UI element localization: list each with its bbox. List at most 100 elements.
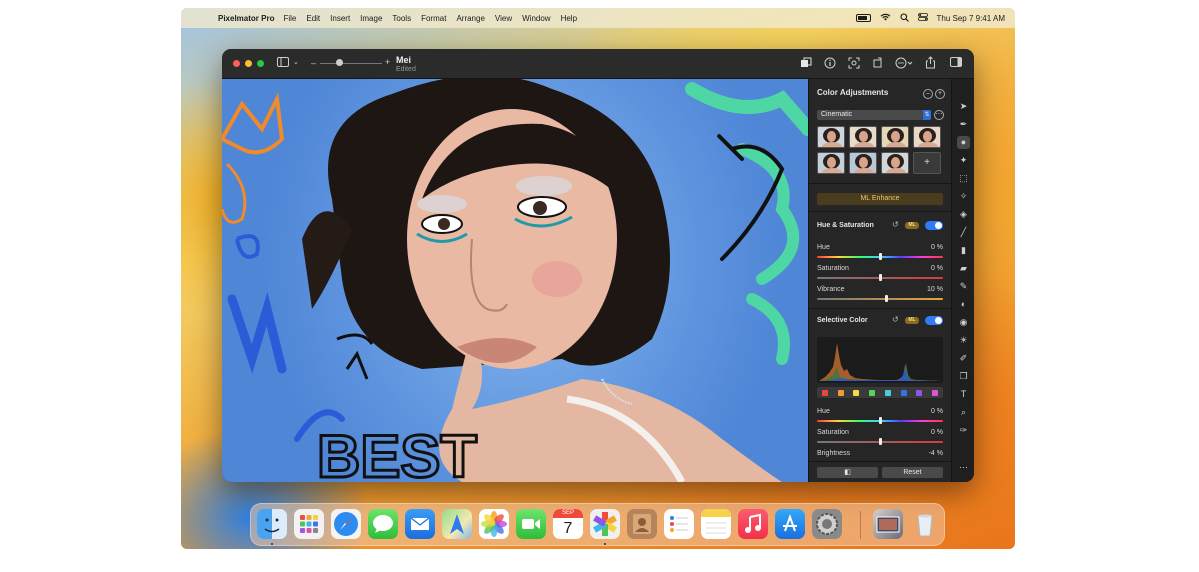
- swatch-cyan[interactable]: [884, 389, 891, 396]
- menu-window[interactable]: Window: [522, 14, 550, 23]
- slider-value[interactable]: 10 %: [927, 286, 943, 293]
- zoom-slider-knob[interactable]: [336, 59, 343, 66]
- swatch-orange[interactable]: [837, 389, 844, 396]
- arrange-icon[interactable]: [800, 57, 812, 71]
- paint-bucket-tool-icon[interactable]: ▮: [957, 244, 970, 257]
- selective-saturation-slider-knob[interactable]: [878, 438, 882, 445]
- slider-value[interactable]: 0 %: [931, 429, 943, 436]
- swatch-green[interactable]: [869, 389, 876, 396]
- pixelmator-pro-icon[interactable]: [590, 509, 620, 539]
- sidebar-toggle-icon[interactable]: [277, 57, 289, 69]
- image-canvas[interactable]: BEST: [222, 79, 808, 482]
- menu-arrange[interactable]: Arrange: [456, 14, 484, 23]
- plus-circle-icon[interactable]: +: [935, 89, 945, 99]
- app-store-icon[interactable]: [775, 509, 805, 539]
- ml-select-icon[interactable]: [848, 57, 860, 71]
- info-icon[interactable]: [824, 57, 836, 71]
- preset-thumbnail[interactable]: [817, 126, 845, 148]
- menu-image[interactable]: Image: [360, 14, 382, 23]
- swatch-yellow[interactable]: [853, 389, 860, 396]
- photos-icon[interactable]: [479, 509, 509, 539]
- reminders-icon[interactable]: [664, 509, 694, 539]
- selection-tool-icon[interactable]: ⬚: [957, 172, 970, 185]
- finder-icon[interactable]: [257, 509, 287, 539]
- more-options-icon[interactable]: [895, 57, 913, 71]
- slider-value[interactable]: -4 %: [929, 450, 943, 457]
- menu-view[interactable]: View: [495, 14, 512, 23]
- slider-value[interactable]: 0 %: [931, 408, 943, 415]
- hue-slider-knob[interactable]: [878, 253, 882, 260]
- preset-thumbnail[interactable]: [881, 126, 909, 148]
- inspector-toggle-icon[interactable]: [950, 57, 962, 69]
- slider-value[interactable]: 0 %: [931, 265, 943, 272]
- battery-icon[interactable]: [855, 14, 871, 22]
- swatch-purple[interactable]: [916, 389, 923, 396]
- shapes-tool-icon[interactable]: ❐: [957, 370, 970, 383]
- wifi-icon[interactable]: [880, 13, 891, 23]
- magic-wand-tool-icon[interactable]: ✧: [957, 190, 970, 203]
- chevron-down-icon[interactable]: ⌄: [293, 58, 299, 66]
- brush-tool-icon[interactable]: ╱: [957, 226, 970, 239]
- vibrance-slider-knob[interactable]: [884, 295, 888, 302]
- control-center-icon[interactable]: [917, 13, 928, 23]
- calendar-icon[interactable]: SEP 7: [553, 509, 583, 539]
- preset-thumbnail[interactable]: [817, 152, 845, 174]
- zoom-out-icon[interactable]: –: [311, 58, 316, 68]
- system-settings-icon[interactable]: [812, 509, 842, 539]
- compare-button[interactable]: ◧: [817, 467, 878, 478]
- safari-icon[interactable]: [331, 509, 361, 539]
- menu-file[interactable]: File: [283, 14, 296, 23]
- reset-icon[interactable]: ↺: [892, 315, 899, 324]
- blur-tool-icon[interactable]: ◉: [957, 316, 970, 329]
- more-tools-icon[interactable]: ⋯: [957, 461, 970, 474]
- retouch-tool-icon[interactable]: ✎: [957, 280, 970, 293]
- style-tool-icon[interactable]: ✒: [957, 118, 970, 131]
- zoom-tool-icon[interactable]: ⌕: [957, 406, 970, 419]
- clone-tool-icon[interactable]: ◐: [957, 298, 970, 311]
- ml-enhance-button[interactable]: ML Enhance: [817, 193, 943, 205]
- mail-icon[interactable]: [405, 509, 435, 539]
- crop-icon[interactable]: [872, 57, 884, 71]
- swatch-red[interactable]: [821, 389, 828, 396]
- arrange-tool-icon[interactable]: ➤: [957, 100, 970, 113]
- ml-badge[interactable]: ML: [905, 222, 919, 229]
- fill-tool-icon[interactable]: ◈: [957, 208, 970, 221]
- preset-thumbnail[interactable]: [913, 126, 941, 148]
- zoom-slider-track[interactable]: [320, 63, 382, 64]
- menu-tools[interactable]: Tools: [392, 14, 411, 23]
- notes-icon[interactable]: [701, 509, 731, 539]
- spotlight-search-icon[interactable]: [899, 12, 909, 24]
- downloads-stack-icon[interactable]: [873, 509, 903, 539]
- preset-thumbnail[interactable]: [849, 152, 877, 174]
- close-window-button[interactable]: [233, 60, 240, 67]
- preset-thumbnail[interactable]: [849, 126, 877, 148]
- launchpad-icon[interactable]: [294, 509, 324, 539]
- reset-icon[interactable]: ↺: [892, 220, 899, 229]
- add-preset-button[interactable]: +: [913, 152, 941, 174]
- menu-format[interactable]: Format: [421, 14, 446, 23]
- swatch-magenta[interactable]: [932, 389, 939, 396]
- preset-dropdown[interactable]: Cinematic ⇅: [817, 110, 931, 120]
- menu-clock[interactable]: Thu Sep 7 9:41 AM: [937, 14, 1006, 23]
- menu-insert[interactable]: Insert: [330, 14, 350, 23]
- color-adjust-tool-icon[interactable]: ●: [957, 136, 970, 149]
- zoom-in-icon[interactable]: +: [385, 57, 390, 67]
- music-icon[interactable]: [738, 509, 768, 539]
- trash-icon[interactable]: [910, 509, 940, 539]
- preset-thumbnail[interactable]: [881, 152, 909, 174]
- pen-tool-icon[interactable]: ✐: [957, 352, 970, 365]
- hue-saturation-toggle[interactable]: [925, 221, 943, 230]
- facetime-icon[interactable]: [516, 509, 546, 539]
- contacts-icon[interactable]: [627, 509, 657, 539]
- zoom-window-button[interactable]: [257, 60, 264, 67]
- effects-tool-icon[interactable]: ✦: [957, 154, 970, 167]
- maps-icon[interactable]: [442, 509, 472, 539]
- share-icon[interactable]: [925, 56, 936, 71]
- more-presets-icon[interactable]: ⋯: [934, 110, 944, 120]
- vibrance-slider-track[interactable]: [817, 298, 943, 300]
- eyedropper-tool-icon[interactable]: ✑: [957, 424, 970, 437]
- minus-circle-icon[interactable]: –: [923, 89, 933, 99]
- menu-edit[interactable]: Edit: [306, 14, 320, 23]
- saturation-slider-knob[interactable]: [878, 274, 882, 281]
- eraser-tool-icon[interactable]: ▰: [957, 262, 970, 275]
